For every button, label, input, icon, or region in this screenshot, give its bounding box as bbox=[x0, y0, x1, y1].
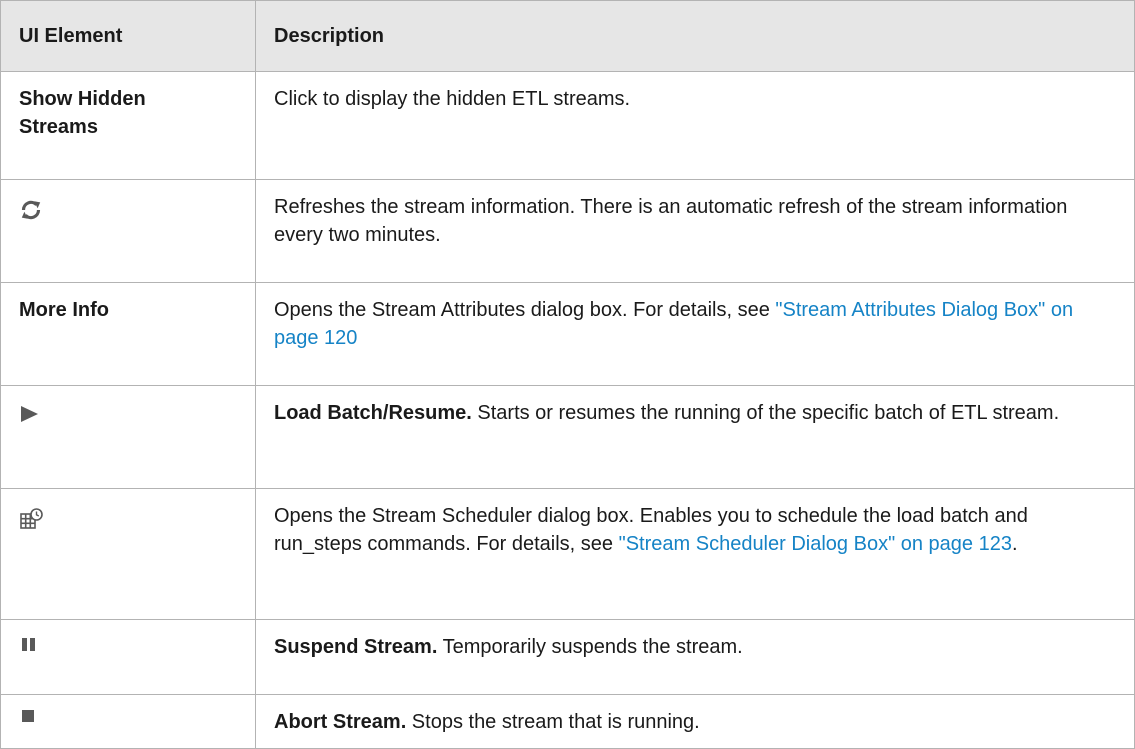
element-cell bbox=[0, 619, 256, 695]
stream-scheduler-link[interactable]: "Stream Scheduler Dialog Box" on page 12… bbox=[619, 533, 1012, 555]
description-cell: Load Batch/Resume. Starts or resumes the… bbox=[255, 385, 1135, 489]
scheduler-icon bbox=[19, 508, 45, 540]
table-row: More Info Opens the Stream Attributes di… bbox=[0, 282, 1135, 386]
ui-elements-table: UI Element Description Show Hidden Strea… bbox=[0, 0, 1135, 749]
description-cell: Opens the Stream Scheduler dialog box. E… bbox=[255, 488, 1135, 620]
description-lead: Abort Stream. bbox=[274, 711, 407, 733]
column-header-description: Description bbox=[255, 0, 1135, 72]
refresh-icon bbox=[19, 199, 43, 229]
description-lead: Load Batch/Resume. bbox=[274, 402, 472, 424]
description-cell: Abort Stream. Stops the stream that is r… bbox=[255, 694, 1135, 749]
description-text: Click to display the hidden ETL streams. bbox=[274, 88, 631, 110]
table-row: Refreshes the stream information. There … bbox=[0, 179, 1135, 283]
description-cell: Refreshes the stream information. There … bbox=[255, 179, 1135, 283]
table-row: Suspend Stream. Temporarily suspends the… bbox=[0, 619, 1135, 695]
table-row: Show Hidden Streams Click to display the… bbox=[0, 71, 1135, 180]
table-row: Load Batch/Resume. Starts or resumes the… bbox=[0, 385, 1135, 489]
table-row: Opens the Stream Scheduler dialog box. E… bbox=[0, 488, 1135, 620]
element-cell bbox=[0, 385, 256, 489]
pause-icon bbox=[19, 635, 41, 663]
element-cell: More Info bbox=[0, 282, 256, 386]
description-cell: Click to display the hidden ETL streams. bbox=[255, 71, 1135, 180]
element-cell bbox=[0, 179, 256, 283]
show-hidden-streams-label: Show Hidden Streams bbox=[19, 88, 146, 138]
description-text: Temporarily suspends the stream. bbox=[437, 636, 743, 658]
more-info-label: More Info bbox=[19, 299, 109, 321]
description-cell: Suspend Stream. Temporarily suspends the… bbox=[255, 619, 1135, 695]
description-cell: Opens the Stream Attributes dialog box. … bbox=[255, 282, 1135, 386]
description-text: Starts or resumes the running of the spe… bbox=[471, 402, 1060, 424]
play-icon bbox=[19, 405, 41, 433]
column-header-ui-element: UI Element bbox=[0, 0, 256, 72]
element-cell: Show Hidden Streams bbox=[0, 71, 256, 180]
table-header-row: UI Element Description bbox=[0, 0, 1135, 72]
description-suffix: . bbox=[1011, 533, 1018, 555]
description-text: Stops the stream that is running. bbox=[406, 711, 700, 733]
description-text: Opens the Stream Attributes dialog box. … bbox=[274, 299, 776, 321]
stop-icon bbox=[19, 708, 41, 736]
element-cell bbox=[0, 488, 256, 620]
description-text: Refreshes the stream information. There … bbox=[274, 196, 1068, 246]
description-lead: Suspend Stream. bbox=[274, 636, 438, 658]
element-cell bbox=[0, 694, 256, 749]
table-row: Abort Stream. Stops the stream that is r… bbox=[0, 694, 1135, 749]
